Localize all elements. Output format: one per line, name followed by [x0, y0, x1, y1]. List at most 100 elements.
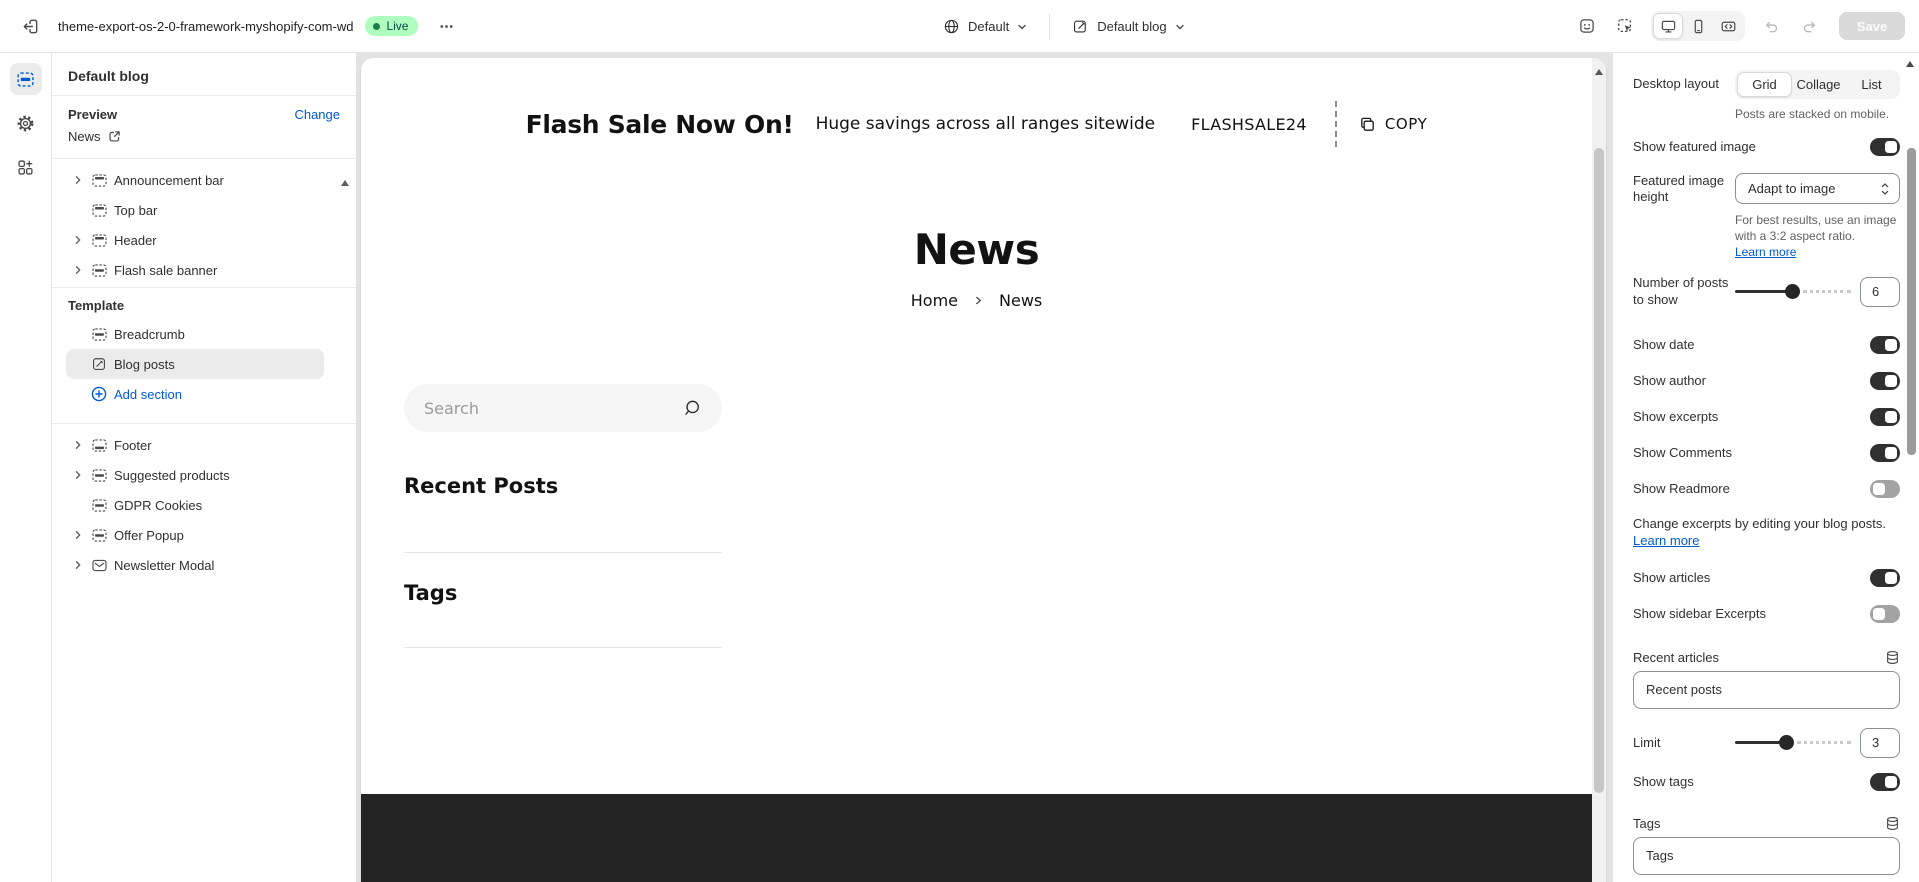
- show-tags-toggle[interactable]: [1870, 773, 1900, 791]
- change-preview-link[interactable]: Change: [294, 107, 340, 122]
- apps-nav-button[interactable]: [10, 151, 42, 183]
- slider-thumb[interactable]: [1779, 735, 1794, 750]
- breadcrumb-home-link[interactable]: Home: [911, 291, 958, 310]
- external-link-icon[interactable]: [108, 130, 121, 143]
- show-sidebar-excerpts-toggle[interactable]: [1870, 605, 1900, 623]
- theme-name: theme-export-os-2-0-framework-myshopify-…: [58, 19, 353, 34]
- sections-nav-button[interactable]: [10, 63, 42, 95]
- storefront-preview: Flash Sale Now On! Huge savings across a…: [361, 58, 1606, 882]
- limit-slider[interactable]: [1735, 735, 1851, 751]
- sidebar-item-gdpr-cookies[interactable]: GDPR Cookies: [66, 490, 324, 520]
- preview-scrollbar[interactable]: [1592, 58, 1606, 882]
- sidebar-item-top-bar[interactable]: Top bar: [66, 195, 324, 225]
- template-sections-group: Breadcrumb Blog posts Add section: [52, 319, 356, 423]
- spacer: [70, 326, 86, 342]
- section-mid-icon: [90, 527, 108, 543]
- chevron-right-icon[interactable]: [70, 527, 86, 543]
- more-options-icon: [438, 18, 455, 35]
- learn-more-link[interactable]: Learn more: [1735, 245, 1796, 259]
- show-readmore-toggle[interactable]: [1870, 480, 1900, 498]
- sidebar-item-header[interactable]: Header: [66, 225, 324, 255]
- desktop-preview-button[interactable]: [1653, 13, 1683, 39]
- divider: [404, 647, 722, 648]
- expand-width-icon: [1720, 18, 1737, 35]
- exit-icon: [21, 17, 40, 36]
- number-of-posts-slider[interactable]: [1735, 284, 1851, 300]
- chevron-right-icon[interactable]: [70, 262, 86, 278]
- limit-value[interactable]: [1860, 728, 1900, 758]
- sidebar-item-label: Blog posts: [114, 357, 175, 372]
- chevron-right-icon[interactable]: [70, 437, 86, 453]
- sidebar-item-footer[interactable]: Footer: [66, 430, 324, 460]
- tags-heading: Tags: [404, 581, 457, 605]
- chevron-down-icon: [1017, 22, 1027, 32]
- tags-row: Tags: [1633, 816, 1900, 831]
- sidebar-item-announcement-bar[interactable]: Announcement bar: [66, 165, 324, 195]
- dynamic-source-icon[interactable]: [1885, 816, 1900, 831]
- sidebar-item-suggested-products[interactable]: Suggested products: [66, 460, 324, 490]
- banner-subtitle: Huge savings across all ranges sitewide: [816, 114, 1156, 134]
- undo-button[interactable]: [1755, 10, 1787, 42]
- sidebar-item-blog-posts[interactable]: Blog posts: [66, 349, 324, 379]
- more-options-button[interactable]: [430, 10, 462, 42]
- show-comments-toggle[interactable]: [1870, 444, 1900, 462]
- layout-option-list[interactable]: List: [1845, 72, 1898, 97]
- sidebar-item-flash-sale-banner[interactable]: Flash sale banner: [66, 255, 324, 285]
- section-mid-icon: [90, 326, 108, 342]
- sidebar-item-offer-popup[interactable]: Offer Popup: [66, 520, 324, 550]
- flash-sale-banner-section[interactable]: Flash Sale Now On! Huge savings across a…: [361, 98, 1592, 150]
- chevron-right-icon[interactable]: [70, 172, 86, 188]
- fullwidth-preview-button[interactable]: [1713, 13, 1743, 39]
- chevron-right-icon[interactable]: [70, 557, 86, 573]
- preview-label: Preview: [68, 107, 117, 122]
- show-date-toggle[interactable]: [1870, 336, 1900, 354]
- inspect-button[interactable]: [1609, 10, 1641, 42]
- show-featured-image-toggle[interactable]: [1870, 138, 1900, 156]
- copy-code-button[interactable]: COPY: [1359, 115, 1428, 133]
- search-input[interactable]: [424, 399, 681, 418]
- show-tags-row: Show tags: [1633, 764, 1900, 800]
- show-excerpts-toggle[interactable]: [1870, 408, 1900, 426]
- show-author-toggle[interactable]: [1870, 372, 1900, 390]
- app-embeds-button[interactable]: [1571, 10, 1603, 42]
- dynamic-source-icon[interactable]: [1885, 650, 1900, 665]
- theme-settings-nav-button[interactable]: [10, 107, 42, 139]
- scrollbar-thumb[interactable]: [1594, 148, 1604, 793]
- redo-button[interactable]: [1793, 10, 1825, 42]
- sidebar-item-newsletter-modal[interactable]: Newsletter Modal: [66, 550, 324, 580]
- redo-icon: [1801, 18, 1818, 35]
- activity-bar: [0, 53, 52, 882]
- chevron-right-icon[interactable]: [70, 232, 86, 248]
- add-circle-icon: [90, 386, 108, 402]
- search-icon[interactable]: [681, 398, 702, 419]
- mobile-preview-button[interactable]: [1683, 13, 1713, 39]
- add-section-button[interactable]: Add section: [66, 379, 324, 409]
- sidebar-scroll-up-icon[interactable]: [341, 180, 349, 186]
- show-articles-toggle[interactable]: [1870, 569, 1900, 587]
- limit-row: Limit: [1633, 726, 1900, 760]
- language-selector[interactable]: Default: [935, 12, 1035, 41]
- sidebar-item-breadcrumb[interactable]: Breadcrumb: [66, 319, 324, 349]
- save-button[interactable]: Save: [1839, 12, 1905, 40]
- preview-block: Preview Change News: [52, 96, 356, 158]
- spacer: [70, 356, 86, 372]
- show-excerpts-label: Show excerpts: [1633, 409, 1718, 424]
- panel-scrollbar-thumb[interactable]: [1907, 148, 1916, 455]
- section-mid-icon: [90, 262, 108, 278]
- footer-section[interactable]: [361, 794, 1592, 882]
- show-sidebar-excerpts-label: Show sidebar Excerpts: [1633, 606, 1766, 621]
- number-of-posts-value[interactable]: [1860, 277, 1900, 307]
- slider-thumb[interactable]: [1785, 284, 1800, 299]
- template-selector[interactable]: Default blog: [1064, 12, 1192, 41]
- tags-input[interactable]: [1633, 837, 1900, 875]
- featured-image-height-select[interactable]: Adapt to image: [1735, 173, 1900, 204]
- chevron-right-icon[interactable]: [70, 467, 86, 483]
- layout-option-collage[interactable]: Collage: [1792, 72, 1845, 97]
- scroll-up-icon[interactable]: [1595, 69, 1603, 75]
- panel-scroll-up-icon[interactable]: [1906, 61, 1914, 67]
- recent-articles-input[interactable]: [1633, 671, 1900, 709]
- layout-option-grid[interactable]: Grid: [1737, 72, 1792, 97]
- spacer: [70, 497, 86, 513]
- exit-editor-button[interactable]: [14, 10, 46, 42]
- learn-more-link[interactable]: Learn more: [1633, 533, 1699, 548]
